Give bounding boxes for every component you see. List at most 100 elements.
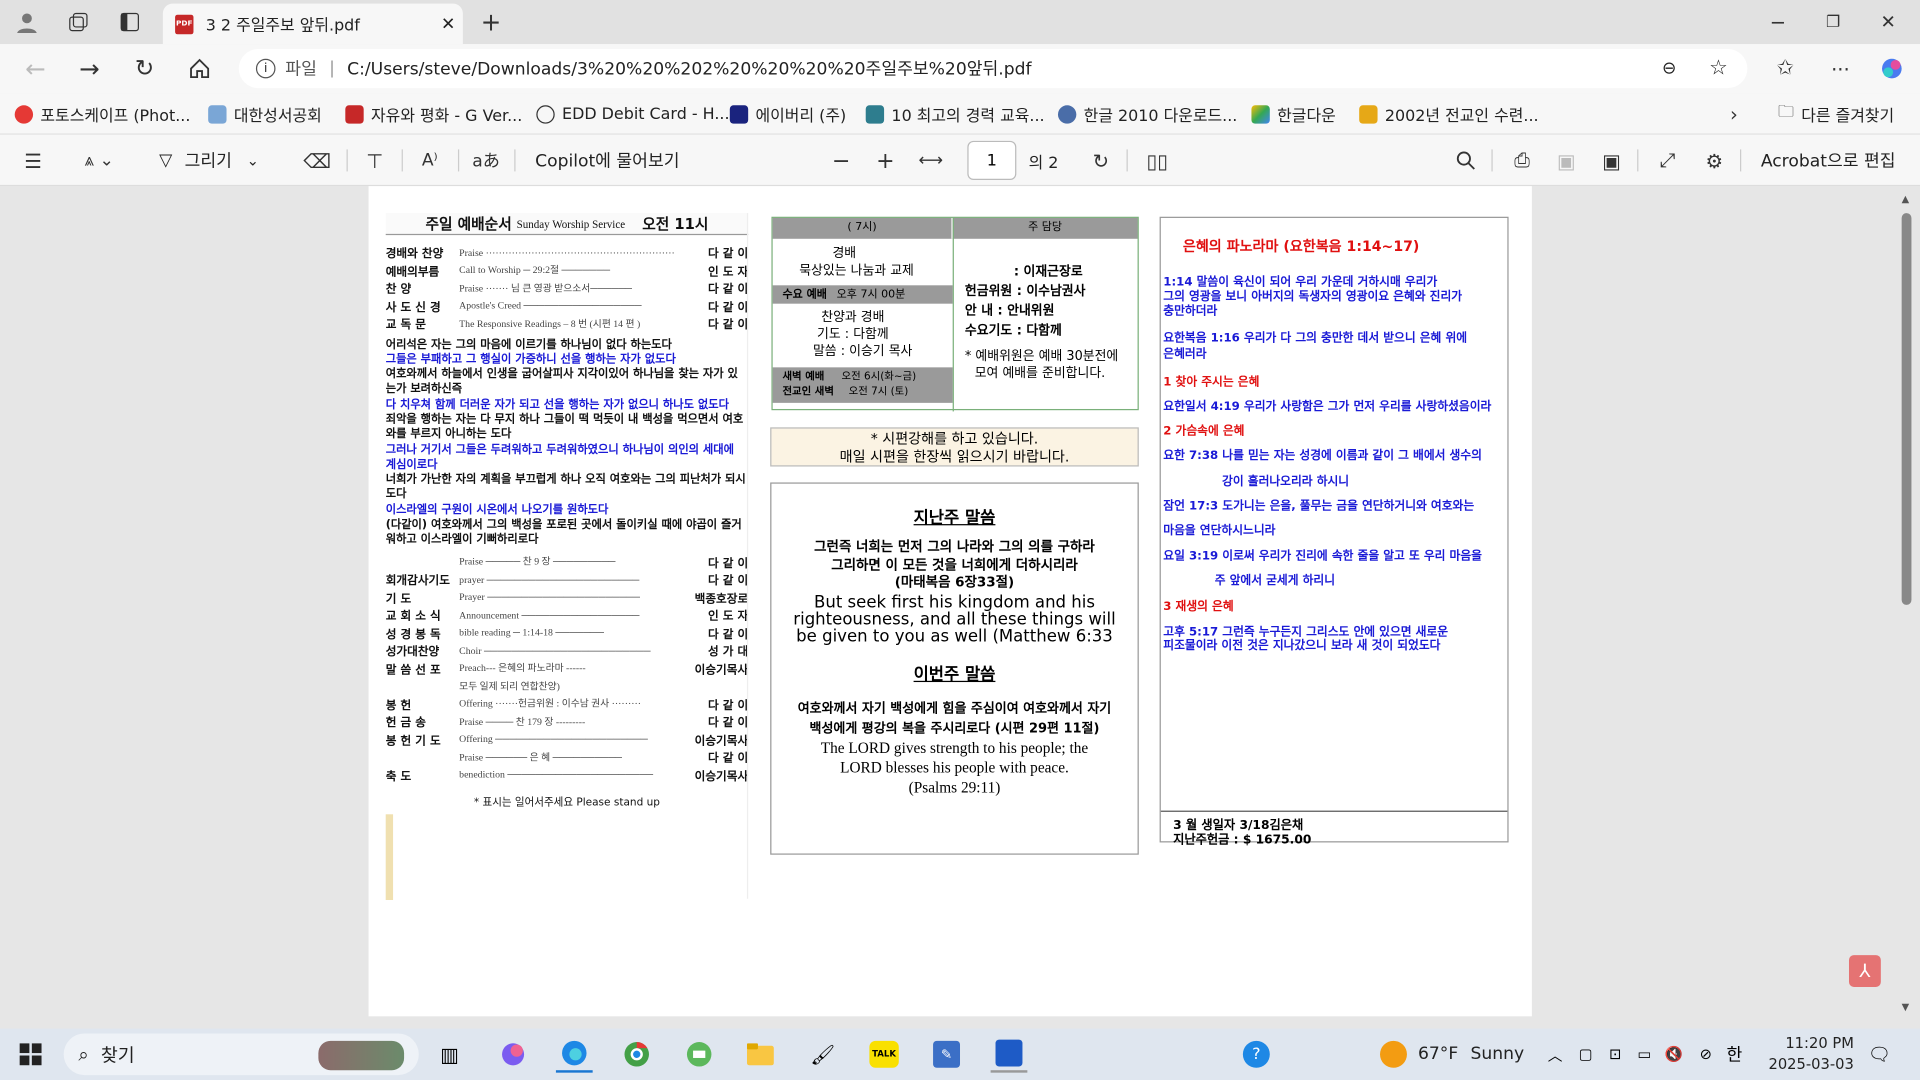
windows-start-icon[interactable] <box>12 1036 49 1073</box>
order-label: 헌 금 송 <box>385 716 426 731</box>
copilot-icon[interactable] <box>1876 54 1908 83</box>
weather-widget[interactable]: 67°F Sunny <box>1418 1029 1524 1080</box>
order-row: 기 도 Prayer ────────────────────── 백종호장로 <box>386 589 748 607</box>
profile-icon[interactable] <box>10 7 44 36</box>
scrollbar[interactable]: ▲ ▼ <box>1895 186 1920 1029</box>
chrome-icon[interactable] <box>618 1036 655 1073</box>
new-tab-icon[interactable]: + <box>475 7 507 36</box>
order-row: 교 독 문 The Responsive Readings – 8 번 (시편 1… <box>386 315 748 333</box>
mic-muted-icon[interactable]: ⊘ <box>1687 1036 1724 1073</box>
read-aloud-icon[interactable]: A⁾ <box>416 147 443 174</box>
save-icon[interactable]: ▣ <box>1553 147 1580 174</box>
task-view-icon[interactable]: ▥ <box>431 1036 468 1073</box>
refresh-icon[interactable]: ↻ <box>129 54 161 83</box>
acrobat-icon[interactable]: ⅄ <box>1848 955 1881 987</box>
scroll-up-icon[interactable]: ▲ <box>1902 193 1910 204</box>
scroll-thumb[interactable] <box>1901 213 1912 605</box>
weather-icon[interactable] <box>1380 1040 1407 1068</box>
notification-icon[interactable]: 🗨 <box>1861 1036 1898 1073</box>
ime-indicator[interactable]: 한 <box>1727 1029 1743 1080</box>
schedule-table: ( 7시) 주 담당 경배 묵상있는 나눔과 교제 수요 예배 오후 7시 00분… <box>771 216 1139 412</box>
highlight-icon[interactable]: ⩓ ⌄ <box>73 147 124 174</box>
paint-icon[interactable]: 🖌 <box>804 1036 841 1073</box>
fav-item[interactable]: EDD Debit Card - H... <box>536 93 730 135</box>
order-row: 경배와 찬양 Praise ···························… <box>386 244 748 262</box>
reading-line: 그러나 거기서 그들은 두려워하고 두려워하였으니 하나님이 의인의 세대에 계… <box>385 442 734 472</box>
favorites-icon[interactable]: ✩ <box>1769 54 1801 83</box>
line-app-icon[interactable] <box>681 1036 718 1073</box>
order-label: 기 도 <box>385 592 412 607</box>
window-close-icon[interactable]: ✕ <box>1873 7 1902 36</box>
workspaces-icon[interactable] <box>61 7 95 36</box>
clock[interactable]: 11:20 PM 2025-03-03 <box>1763 1033 1853 1075</box>
other-favorites[interactable]: 🗀 다른 즐겨찾기 <box>1778 93 1894 135</box>
draw-button[interactable]: ▽ 그리기 ⌄ <box>159 135 259 186</box>
eraser-icon[interactable]: ⌫ <box>303 147 331 174</box>
order-leader: 인 도 자 <box>707 265 749 279</box>
settings-gear-icon[interactable]: ⚙ <box>1701 147 1728 174</box>
edit-in-acrobat-button[interactable]: Acrobat으로 편집 <box>1761 135 1896 186</box>
fav-item[interactable]: 에이버리 (주) <box>729 93 846 135</box>
search-icon: ⌕ <box>78 1043 89 1066</box>
address-bar-row: ← → ↻ i 파일 | C:/Users/steve/Downloads/3%… <box>0 44 1920 94</box>
zoom-icon[interactable]: ⊖ <box>1662 59 1676 79</box>
fullscreen-icon[interactable]: ⤢ <box>1654 147 1681 174</box>
url-text[interactable]: C:/Users/steve/Downloads/3%20%20%202%20%… <box>347 56 1031 80</box>
restore-icon[interactable]: ❐ <box>1818 7 1847 36</box>
help-icon[interactable]: ? <box>1238 1036 1275 1073</box>
vpn-app-icon[interactable] <box>990 1036 1028 1073</box>
kakaotalk-icon[interactable]: TALK <box>866 1036 903 1073</box>
zoom-in-icon[interactable]: + <box>872 147 899 174</box>
more-icon[interactable]: ··· <box>1825 54 1857 83</box>
search-icon[interactable] <box>1452 147 1479 174</box>
hwp-icon[interactable]: ✎ <box>928 1036 965 1073</box>
text-box-icon[interactable]: ⊤ <box>361 147 388 174</box>
save-as-icon[interactable]: ▣ <box>1598 147 1625 174</box>
fav-item[interactable]: 포토스케이프 (Phot... <box>14 93 190 135</box>
fav-item[interactable]: 한글다운 <box>1251 93 1336 135</box>
fav-item[interactable]: 2002년 전교인 수련... <box>1359 93 1539 135</box>
order-leader: 이승기목사 <box>694 663 749 678</box>
order-leader: 인 도 자 <box>707 610 749 624</box>
edge-icon[interactable] <box>555 1036 593 1073</box>
order-detail: Call to Worship ─ 29:2절 ─────── <box>459 264 611 276</box>
file-explorer-icon[interactable] <box>742 1036 779 1073</box>
order-row: 말 씀 선 포 Preach--- 은혜의 파노라마 ------ 이승기목사 <box>386 660 748 678</box>
worship-order: 주일 예배순서 Sunday Worship Service 오전 11시 경배… <box>385 213 749 810</box>
fav-item[interactable]: 자유와 평화 - G Ver... <box>345 93 522 135</box>
fav-item[interactable]: 한글 2010 다운로드... <box>1057 93 1237 135</box>
print-icon[interactable]: ⎙ <box>1509 147 1536 174</box>
fit-width-icon[interactable]: ⟷ <box>917 147 944 174</box>
chevron-right-icon[interactable]: › <box>1719 100 1748 127</box>
page-number-input[interactable]: 1 <box>967 140 1017 181</box>
info-icon[interactable]: i <box>255 58 276 79</box>
address-bar[interactable]: i 파일 | C:/Users/steve/Downloads/3%20%20%… <box>238 48 1748 89</box>
order-label: 말 씀 선 포 <box>385 663 441 678</box>
order-detail: Choir ──────────────────────── <box>459 645 651 657</box>
rotate-icon[interactable]: ↻ <box>1087 147 1114 174</box>
order-row: 축 도 benediction ───────────────────── 이승기목… <box>386 766 748 784</box>
this-week-title: 이번주 말씀 <box>913 664 996 685</box>
tab-active[interactable]: PDF 3 2 주일주보 앞뒤.pdf ✕ <box>162 3 463 45</box>
copilot-ask-button[interactable]: Copilot에 물어보기 <box>535 135 679 186</box>
page-view-icon[interactable]: ▯▯ <box>1144 147 1171 174</box>
order-row: 회개감사기도 prayer ────────────────────── 다 같 이 <box>386 571 748 589</box>
fav-item[interactable]: 대한성서공회 <box>208 93 322 135</box>
minimize-icon[interactable]: ─ <box>1763 7 1792 36</box>
taskbar-search[interactable]: ⌕ 찾기 <box>63 1033 419 1076</box>
forward-icon[interactable]: → <box>73 54 105 83</box>
translate-icon[interactable]: aあ <box>470 147 502 174</box>
zoom-out-icon[interactable]: − <box>828 147 855 174</box>
close-icon[interactable]: ✕ <box>433 14 462 34</box>
favorite-star-icon[interactable]: ☆ <box>1709 56 1728 80</box>
back-icon[interactable]: ← <box>20 54 52 83</box>
home-icon[interactable] <box>184 54 216 83</box>
contents-icon[interactable]: ☰ <box>20 147 47 174</box>
fav-item[interactable]: 10 최고의 경력 교육... <box>865 93 1045 135</box>
vertical-tabs-icon[interactable] <box>113 7 147 36</box>
order-row: 헌 금 송 Praise ──── 찬 179 장 --------- 다 같 이 <box>386 713 748 731</box>
order-row: 예배의부름 Call to Worship ─ 29:2절 ─────── 인 도 … <box>386 261 748 279</box>
pdf-viewer[interactable]: 주일 예배순서 Sunday Worship Service 오전 11시 경배… <box>0 186 1920 1029</box>
copilot-taskbar-icon[interactable] <box>495 1036 532 1073</box>
scroll-down-icon[interactable]: ▼ <box>1902 1002 1910 1013</box>
